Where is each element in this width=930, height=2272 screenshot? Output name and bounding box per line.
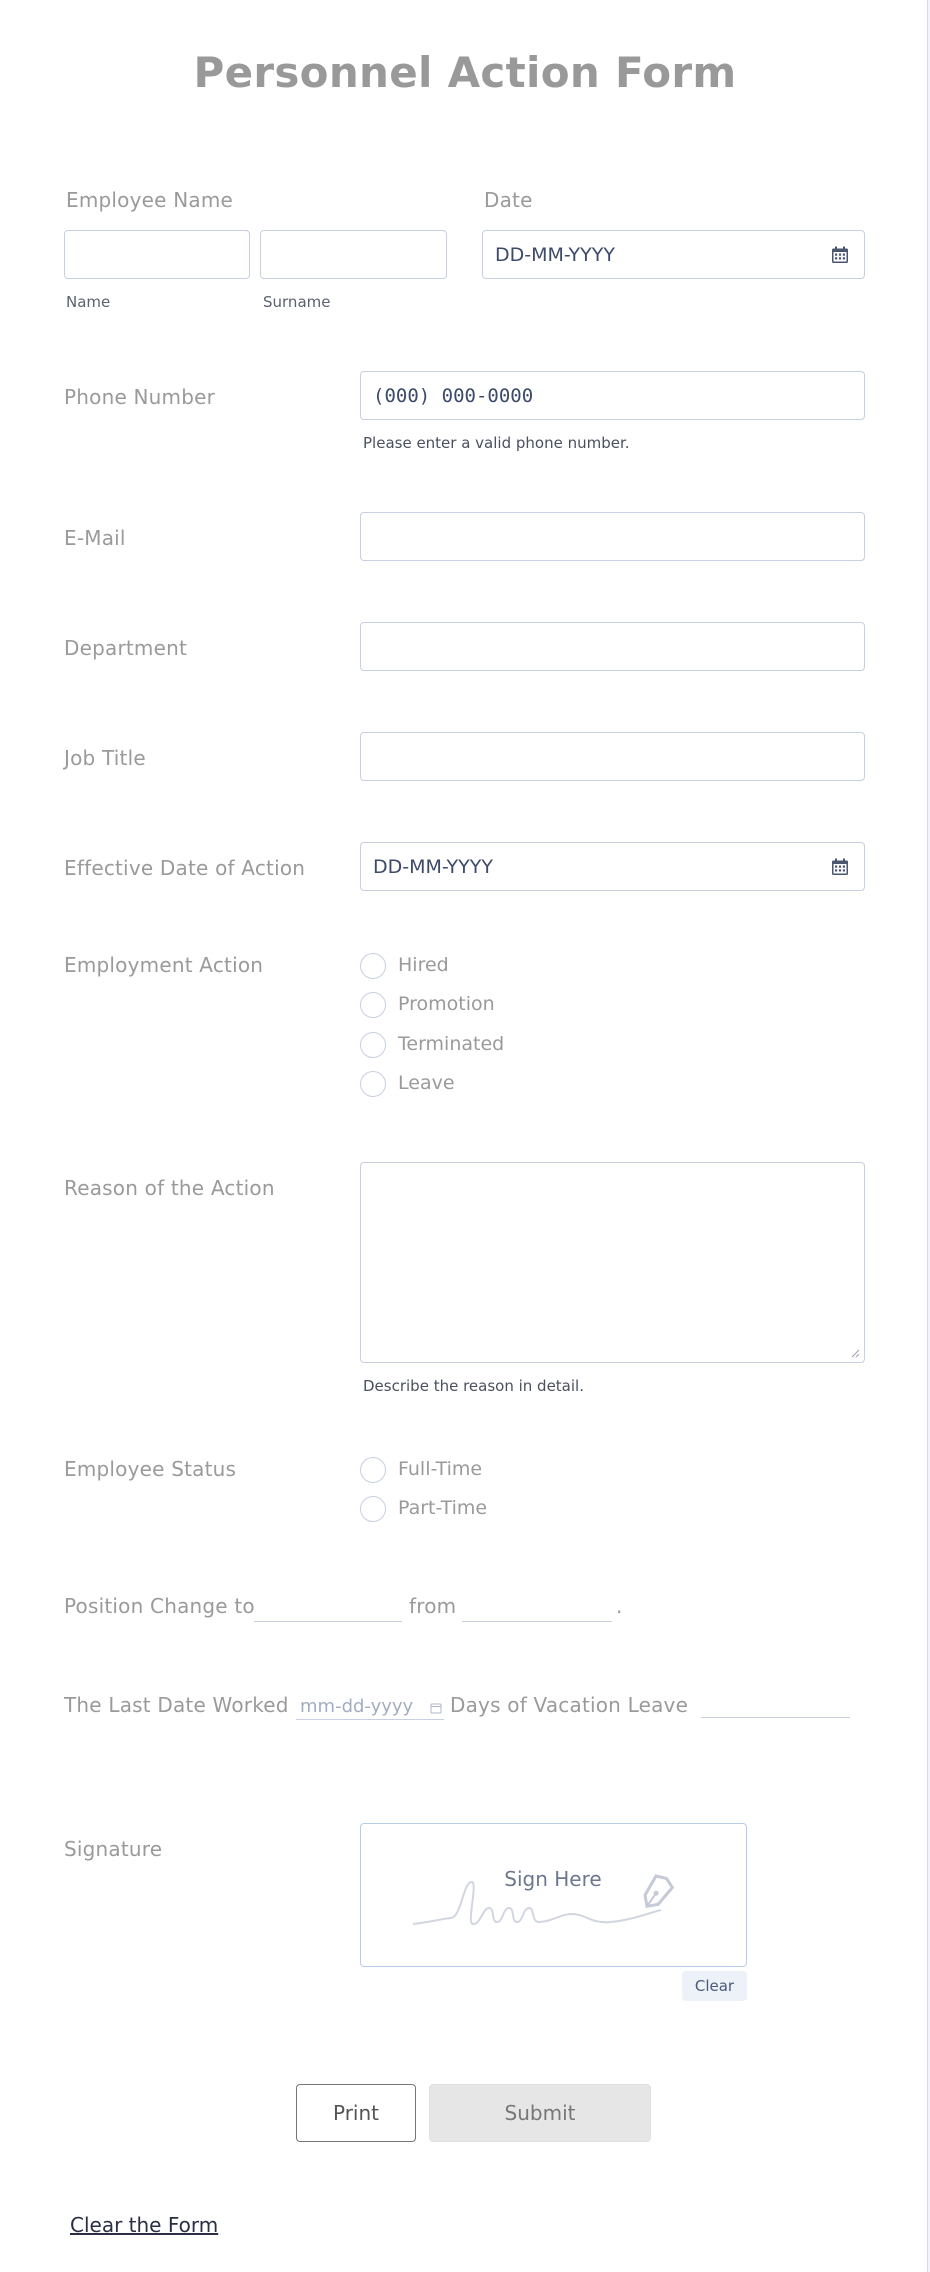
phone-label: Phone Number bbox=[64, 385, 216, 409]
effective-date-label: Effective Date of Action bbox=[64, 856, 306, 880]
department-input[interactable] bbox=[360, 622, 865, 671]
radio-terminated[interactable] bbox=[360, 1032, 386, 1058]
department-label: Department bbox=[64, 636, 188, 660]
phone-input[interactable]: (000) 000-0000 bbox=[360, 371, 865, 420]
phone-placeholder: (000) 000-0000 bbox=[373, 384, 534, 407]
resize-handle-icon[interactable] bbox=[850, 1348, 860, 1358]
radio-label-full-time: Full-Time bbox=[398, 1458, 483, 1480]
position-change-label: Position Change to bbox=[64, 1594, 255, 1618]
last-name-sublabel: Surname bbox=[263, 293, 331, 311]
job-title-label: Job Title bbox=[64, 746, 146, 770]
employment-action-label: Employment Action bbox=[64, 953, 264, 977]
date-input[interactable]: DD-MM-YYYY bbox=[482, 230, 865, 279]
form-card: Personnel Action Form Employee Name Name… bbox=[0, 0, 928, 2272]
reason-textarea[interactable] bbox=[360, 1162, 865, 1363]
radio-full-time[interactable] bbox=[360, 1457, 386, 1483]
vacation-days-input[interactable] bbox=[701, 1688, 850, 1718]
reason-label: Reason of the Action bbox=[64, 1176, 275, 1200]
calendar-icon[interactable] bbox=[830, 857, 850, 877]
email-input[interactable] bbox=[360, 512, 865, 561]
effective-date-input[interactable]: DD-MM-YYYY bbox=[360, 842, 865, 891]
radio-label-promotion: Promotion bbox=[398, 993, 495, 1015]
vacation-days-label: Days of Vacation Leave bbox=[450, 1693, 689, 1717]
signature-pad[interactable]: Sign Here bbox=[360, 1823, 747, 1967]
last-date-input[interactable]: mm-dd-yyyy bbox=[296, 1690, 444, 1720]
employee-name-label: Employee Name bbox=[66, 188, 234, 212]
print-button[interactable]: Print bbox=[296, 2084, 416, 2142]
position-change-period: . bbox=[616, 1594, 623, 1618]
employee-status-label: Employee Status bbox=[64, 1457, 237, 1481]
calendar-icon[interactable] bbox=[830, 245, 850, 265]
position-from-input[interactable] bbox=[462, 1592, 612, 1622]
radio-part-time[interactable] bbox=[360, 1496, 386, 1522]
signature-clear-button[interactable]: Clear bbox=[682, 1971, 747, 2001]
last-date-label: The Last Date Worked bbox=[64, 1693, 289, 1717]
calendar-icon[interactable] bbox=[430, 1702, 442, 1714]
clear-form-link[interactable]: Clear the Form bbox=[70, 2213, 218, 2237]
radio-leave[interactable] bbox=[360, 1071, 386, 1097]
date-placeholder: DD-MM-YYYY bbox=[495, 243, 615, 266]
radio-promotion[interactable] bbox=[360, 992, 386, 1018]
last-date-placeholder: mm-dd-yyyy bbox=[300, 1696, 414, 1717]
page-title: Personnel Action Form bbox=[193, 48, 737, 97]
phone-hint: Please enter a valid phone number. bbox=[363, 434, 630, 452]
reason-hint: Describe the reason in detail. bbox=[363, 1377, 584, 1395]
radio-label-hired: Hired bbox=[398, 954, 449, 976]
position-from-label: from bbox=[409, 1594, 457, 1618]
radio-label-terminated: Terminated bbox=[398, 1033, 505, 1055]
last-name-input[interactable] bbox=[260, 230, 447, 279]
position-to-input[interactable] bbox=[254, 1592, 402, 1622]
signature-scribble-icon bbox=[412, 1874, 675, 1926]
job-title-input[interactable] bbox=[360, 732, 865, 781]
radio-label-part-time: Part-Time bbox=[398, 1497, 488, 1519]
radio-hired[interactable] bbox=[360, 953, 386, 979]
email-label: E-Mail bbox=[64, 526, 126, 550]
first-name-sublabel: Name bbox=[66, 293, 111, 311]
effective-date-placeholder: DD-MM-YYYY bbox=[373, 855, 493, 878]
date-label: Date bbox=[484, 188, 533, 212]
submit-button[interactable]: Submit bbox=[429, 2084, 651, 2142]
signature-label: Signature bbox=[64, 1837, 163, 1861]
first-name-input[interactable] bbox=[64, 230, 250, 279]
radio-label-leave: Leave bbox=[398, 1072, 455, 1094]
